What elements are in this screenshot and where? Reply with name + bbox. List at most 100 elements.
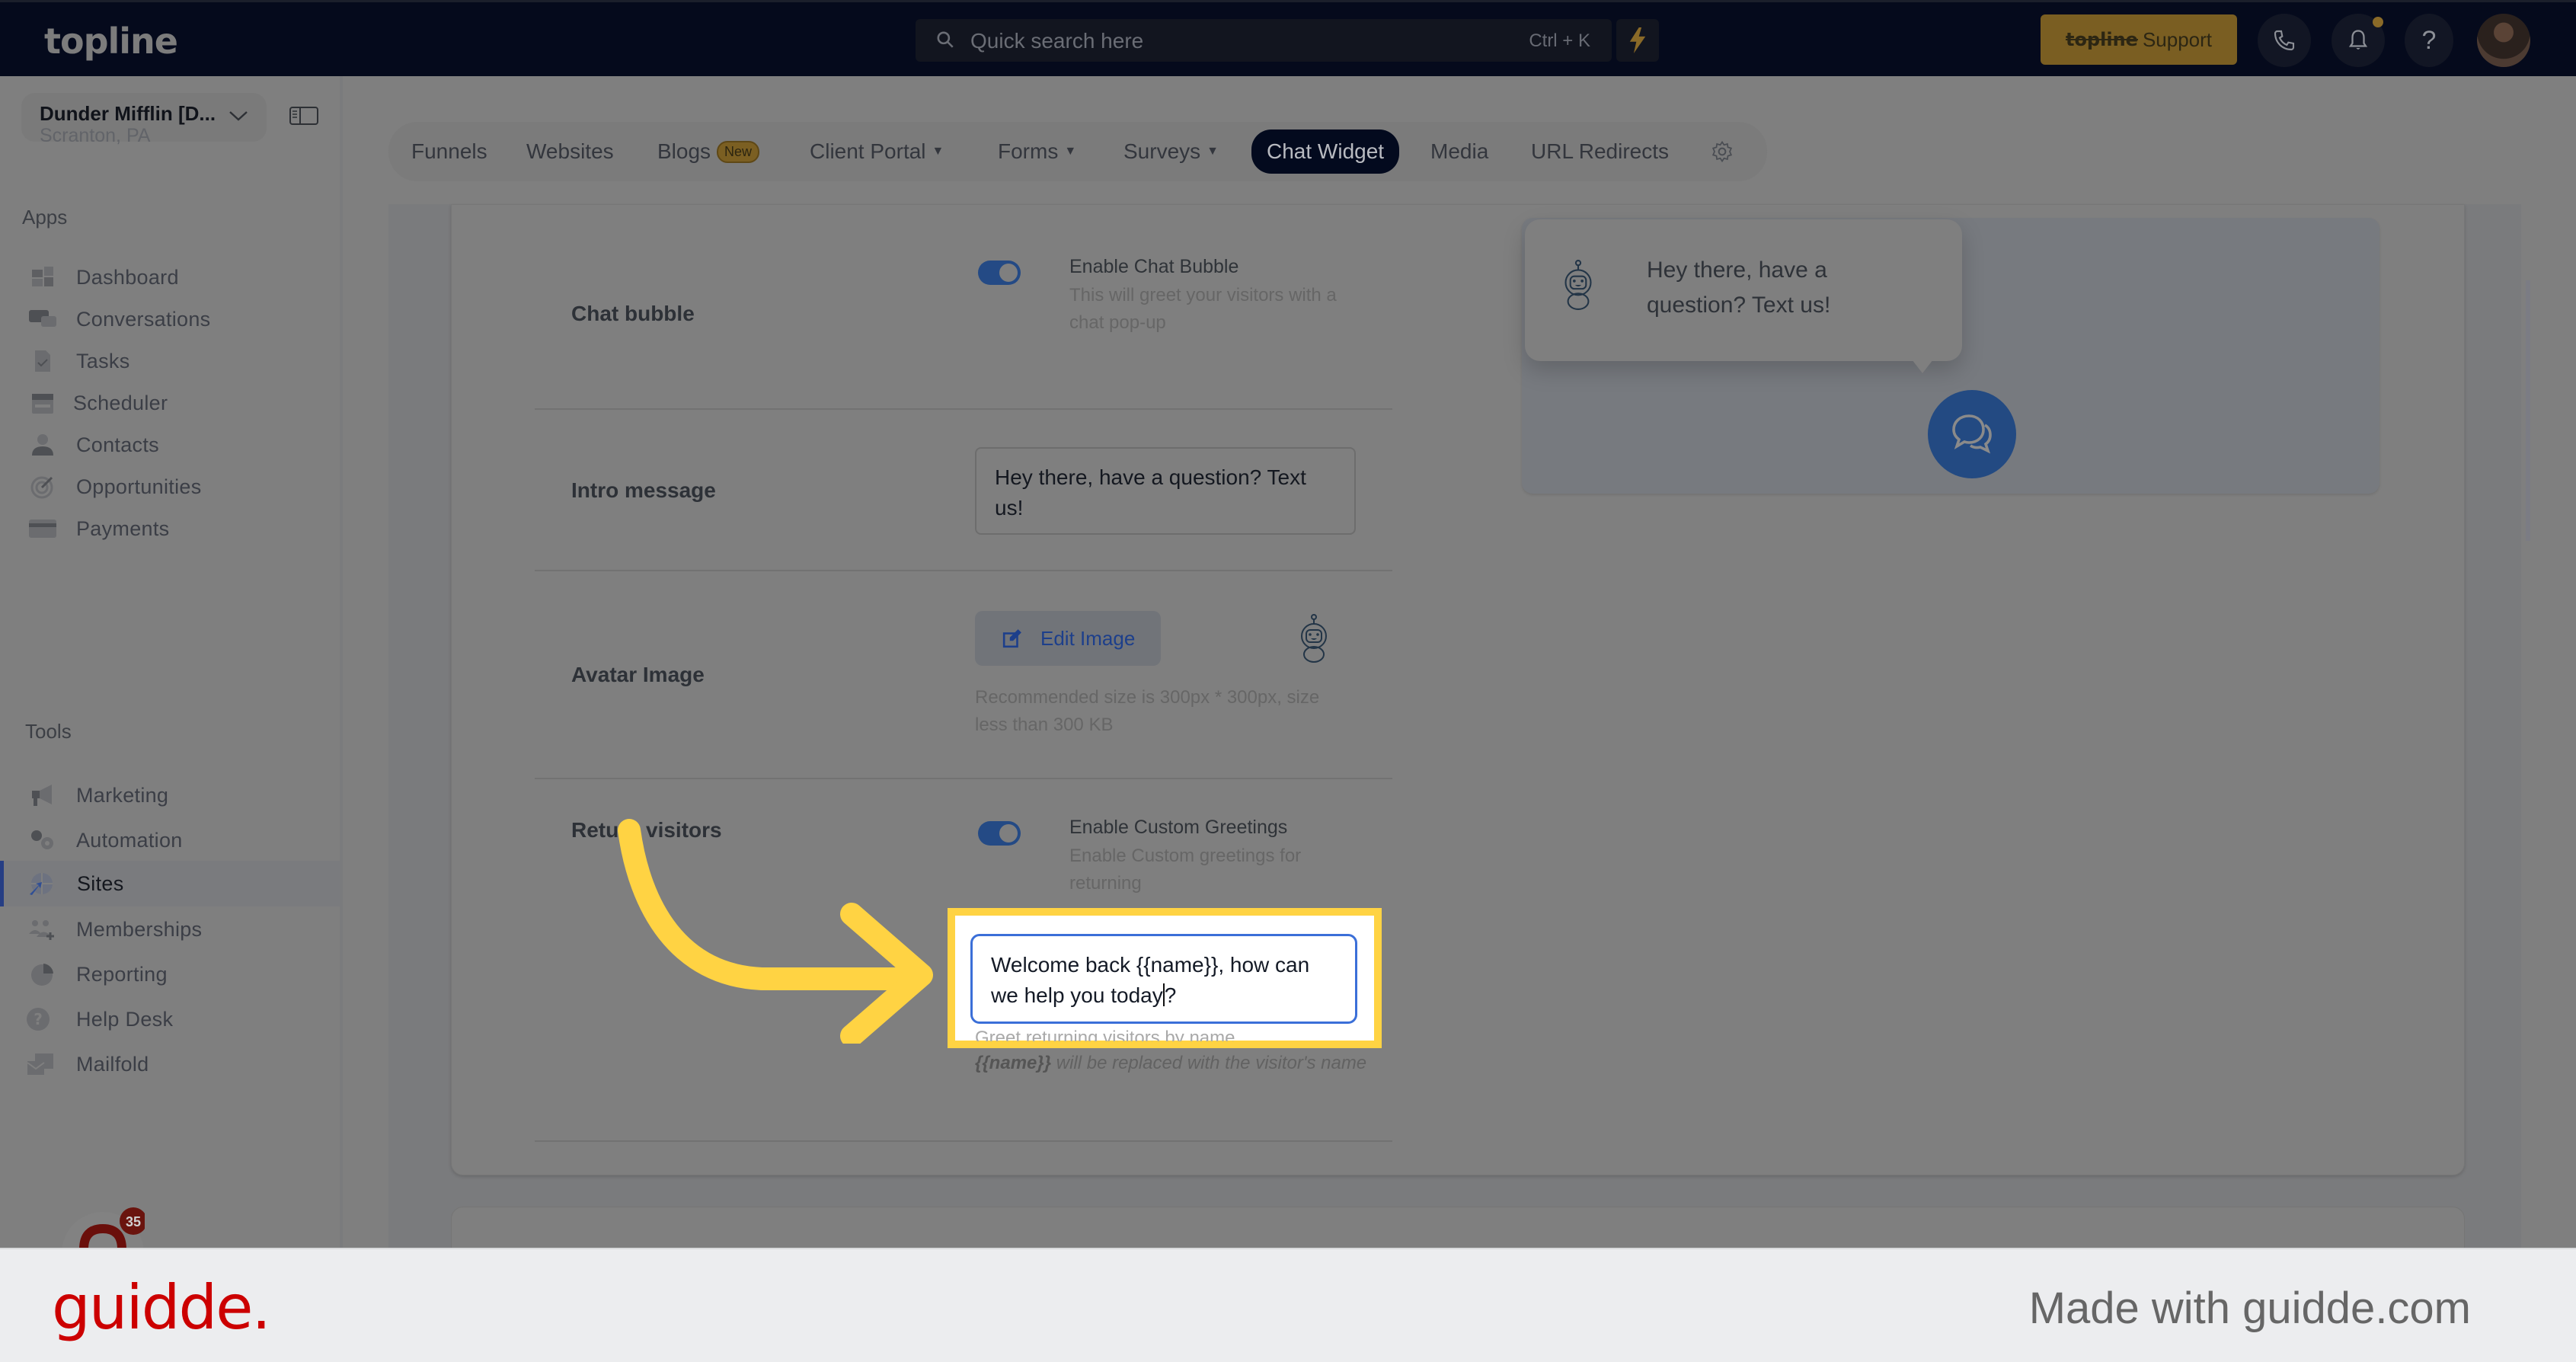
tab-chat-widget[interactable]: Chat Widget [1251, 129, 1400, 174]
greeting-hint: Greet returning visitors by name [975, 1028, 1235, 1041]
search-shortcut: Ctrl + K [1529, 30, 1590, 51]
made-with-text: Made with guidde.com [2028, 1284, 2471, 1333]
sidebar-item-label: Mailfold [76, 1052, 149, 1076]
sidebar-item-mailfold[interactable]: Mailfold [0, 1041, 340, 1087]
sidebar-item-opportunities[interactable]: Opportunities [0, 464, 340, 510]
sidebar-item-automation[interactable]: Automation [0, 817, 340, 863]
chevron-down-icon: ▼ [1207, 145, 1219, 158]
row-divider [535, 570, 1392, 571]
notification-dot [2373, 17, 2383, 27]
avatar-size-hint: Recommended size is 300px * 300px, size … [975, 687, 1320, 735]
tab-label: Client Portal [810, 139, 926, 163]
page-scrollbar[interactable] [2526, 280, 2530, 541]
tab-settings[interactable] [1711, 129, 1734, 174]
returning-greeting-input[interactable]: Welcome back {{name}}, how can we help y… [970, 934, 1357, 1024]
chat-launcher-button[interactable] [1928, 390, 2016, 478]
new-badge: New [717, 140, 760, 163]
mail-icon [27, 1053, 53, 1075]
chat-support-launcher[interactable]: 35 [61, 1207, 145, 1249]
sidebar-item-memberships[interactable]: Memberships [0, 906, 340, 952]
sidebar-item-scheduler[interactable]: Scheduler [0, 380, 340, 426]
tab-client-portal[interactable]: Client Portal ▼ [810, 129, 944, 174]
chevron-down-icon [229, 111, 248, 121]
sidebar-item-tasks[interactable]: Tasks [0, 338, 340, 384]
quick-search-input[interactable]: Quick search here Ctrl + K [916, 19, 1612, 62]
sidebar-item-marketing[interactable]: Marketing [0, 772, 340, 818]
tab-url-redirects[interactable]: URL Redirects [1531, 129, 1669, 174]
chevron-down-icon: ▼ [1064, 145, 1077, 158]
dashboard-icon [32, 267, 53, 286]
chat-badge-count: 35 [126, 1214, 141, 1229]
guidde-logo: guidde. [52, 1272, 271, 1343]
chevron-down-icon: ▼ [932, 145, 944, 158]
sidebar-item-reporting[interactable]: Reporting [0, 951, 340, 997]
chat-bubble-toggle[interactable] [978, 261, 1021, 285]
location-switcher[interactable]: Dunder Mifflin [D... Scranton, PA [21, 93, 267, 146]
calendar-icon [32, 394, 53, 414]
phone-button[interactable] [2258, 14, 2311, 67]
support-button[interactable]: topline Support [2041, 14, 2237, 65]
help-icon: ? [2421, 25, 2437, 55]
bubble-tail [1912, 360, 1933, 373]
sidebar-item-payments[interactable]: Payments [0, 506, 340, 552]
sidebar-item-conversations[interactable]: Conversations [0, 296, 340, 342]
sidebar-item-label: Automation [76, 828, 183, 852]
guidde-footer: guidde. Made with guidde.com [0, 1248, 2576, 1362]
greeting-text: Welcome back {{name}}, how can we help y… [991, 953, 1310, 1007]
help-button[interactable]: ? [2405, 14, 2453, 67]
sidebar-item-label: Tasks [76, 349, 130, 372]
sidebar-item-label: Reporting [76, 962, 168, 986]
row-divider [535, 778, 1392, 779]
gears-icon [31, 830, 53, 849]
tab-label: URL Redirects [1531, 139, 1670, 163]
support-brand: topline [2065, 29, 2138, 50]
top-header: topline Quick search here Ctrl + K topli… [0, 0, 2576, 76]
sidebar: Dunder Mifflin [D... Scranton, PA Apps D… [0, 76, 343, 1249]
quick-actions-button[interactable] [1616, 19, 1659, 62]
memberships-icon [29, 920, 54, 940]
tab-label: Chat Widget [1267, 139, 1385, 163]
card-icon [29, 520, 56, 538]
custom-greetings-desc: Enable Custom greetings for returning [1069, 846, 1302, 894]
sidebar-item-help-desk[interactable]: ? Help Desk [0, 996, 340, 1042]
location-name: Dunder Mifflin [D... [40, 102, 216, 125]
sidebar-item-label: Contacts [76, 433, 159, 456]
avatar-image-label: Avatar Image [571, 663, 705, 686]
robot-avatar-icon [1564, 260, 1592, 310]
tab-label: Forms [998, 139, 1059, 163]
row-divider [535, 408, 1392, 410]
user-avatar[interactable] [2477, 14, 2530, 67]
tab-media[interactable]: Media [1430, 129, 1488, 174]
sidebar-item-label: Opportunities [76, 475, 202, 498]
search-placeholder: Quick search here [970, 29, 1144, 53]
robot-avatar-icon [1301, 614, 1327, 663]
app-logo[interactable]: topline [44, 21, 178, 62]
tab-label: Websites [526, 139, 614, 163]
edit-image-button[interactable]: Edit Image [975, 611, 1161, 666]
support-label: Support [2142, 27, 2213, 51]
sidebar-item-contacts[interactable]: Contacts [0, 422, 340, 468]
sidebar-item-dashboard[interactable]: Dashboard [0, 254, 340, 300]
intro-message-input[interactable]: Hey there, have a question? Text us! [975, 447, 1356, 535]
pie-chart-icon [31, 964, 53, 986]
tab-funnels[interactable]: Funnels [411, 129, 487, 174]
tab-forms[interactable]: Forms ▼ [998, 129, 1076, 174]
tab-label: Surveys [1123, 139, 1201, 163]
custom-greetings-toggle[interactable] [978, 821, 1021, 846]
contacts-icon [32, 434, 53, 456]
tab-websites[interactable]: Websites [526, 129, 614, 174]
tab-blogs[interactable]: Blogs New [657, 129, 760, 174]
collapse-sidebar-icon[interactable] [289, 107, 318, 125]
notifications-button[interactable] [2332, 14, 2385, 67]
name-token: {{name}} [975, 1053, 1052, 1073]
tab-surveys[interactable]: Surveys ▼ [1123, 129, 1219, 174]
sidebar-item-label: Scheduler [73, 391, 168, 414]
edit-image-label: Edit Image [1040, 626, 1136, 650]
row-divider [535, 1140, 1392, 1142]
sidebar-item-sites[interactable]: Sites [0, 861, 340, 906]
name-token-note: {{name}} will be replaced with the visit… [975, 1050, 1371, 1077]
sidebar-item-label: Marketing [76, 783, 169, 807]
bell-icon [2348, 30, 2368, 50]
greeting-text-tail: ? [1164, 983, 1177, 1007]
search-icon [937, 31, 954, 48]
